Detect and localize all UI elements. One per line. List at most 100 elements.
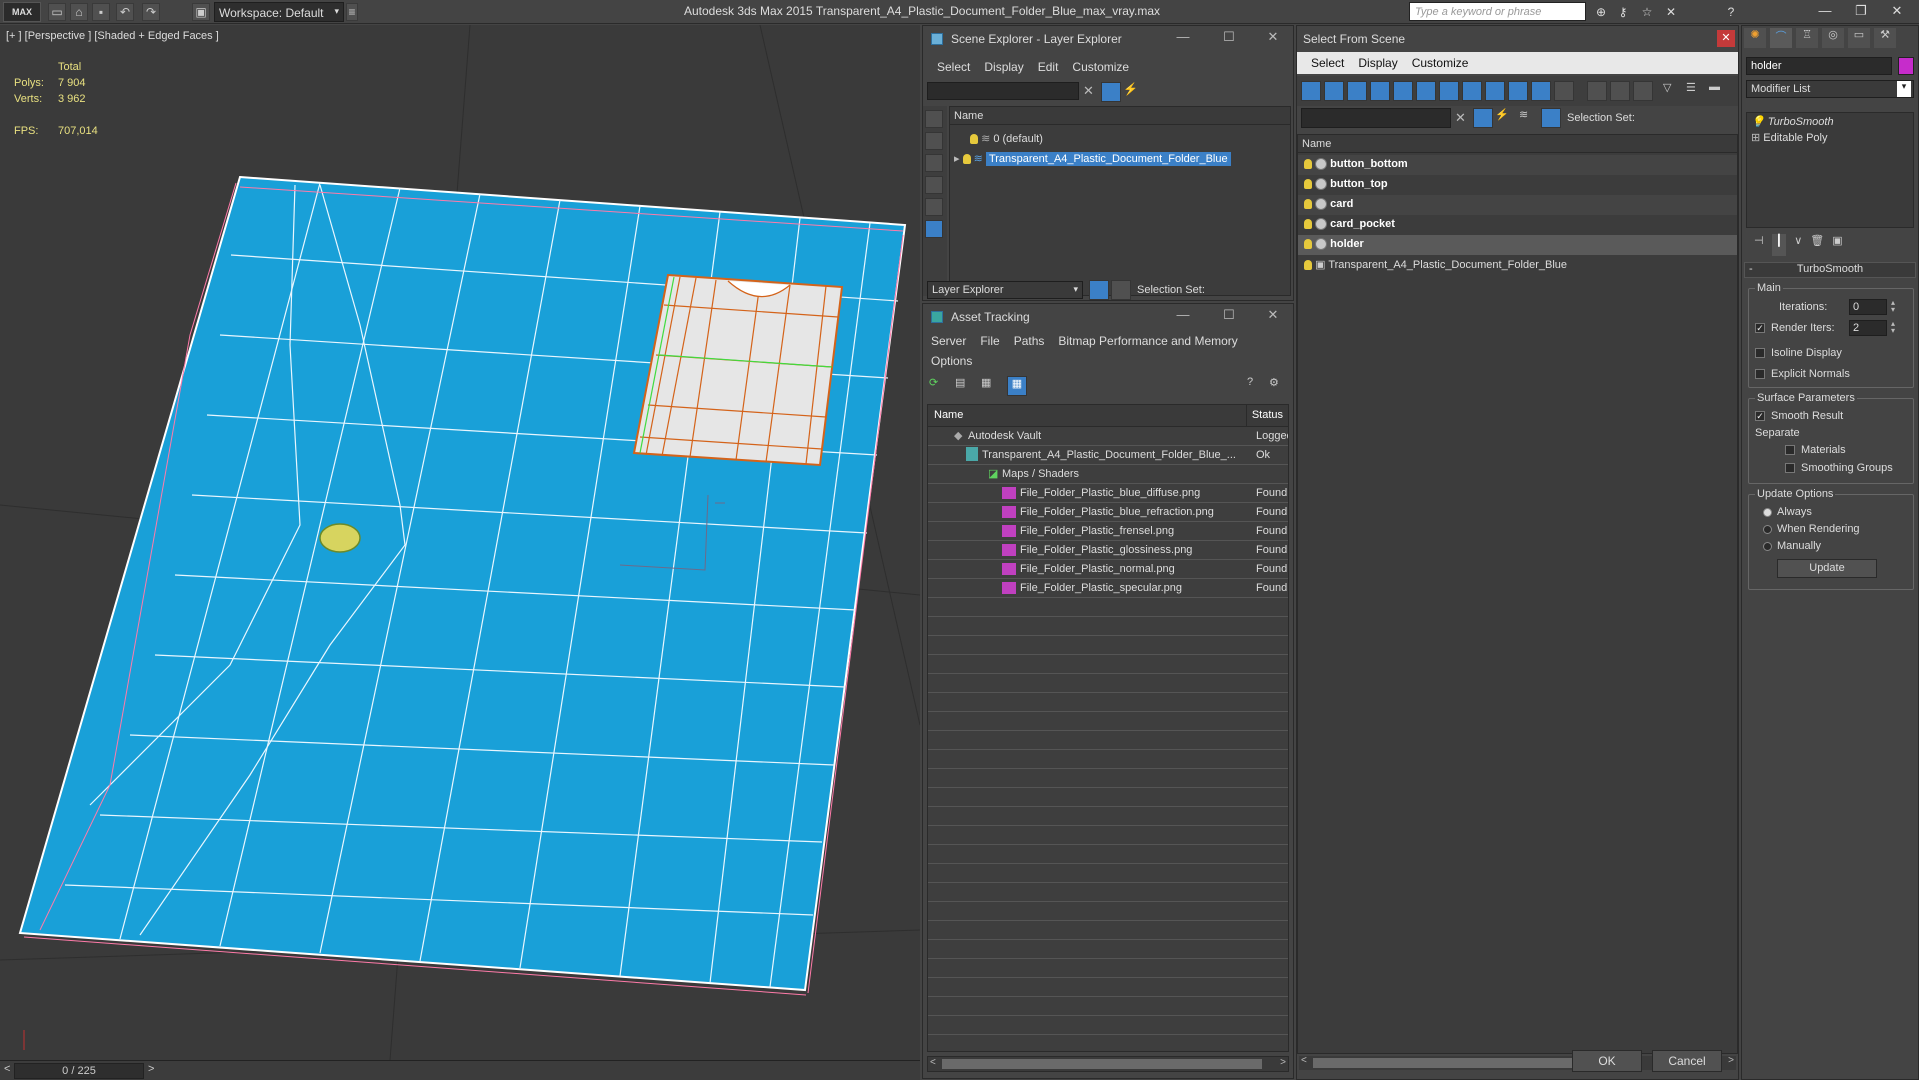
make-unique-icon[interactable]: ∨	[1794, 234, 1802, 256]
light-bulb-icon[interactable]	[970, 134, 978, 145]
scene-explorer-search[interactable]	[927, 82, 1079, 100]
spinner-arrows-icon[interactable]: ▴ ▾	[1891, 320, 1895, 335]
motion-tab-icon[interactable]: ◎	[1822, 28, 1844, 48]
ok-button[interactable]: OK	[1572, 1050, 1642, 1072]
menu-options[interactable]: Options	[931, 354, 972, 368]
layer-icon[interactable]: ≋	[1519, 108, 1539, 128]
new-file-icon[interactable]: ▭	[48, 3, 66, 21]
asset-row[interactable]: ◆ Autodesk Vault Logged	[928, 427, 1288, 446]
app-logo[interactable]: MAX	[3, 2, 41, 22]
layer-tree-icon[interactable]	[1089, 280, 1109, 300]
help-icon[interactable]: ?	[1247, 376, 1267, 396]
table-view-icon[interactable]: ▦	[1007, 376, 1027, 396]
asset-row[interactable]: File_Folder_Plastic_frensel.png Found	[928, 522, 1288, 541]
menu-select[interactable]: Select	[937, 60, 970, 74]
smooth-result-checkbox[interactable]: ✓	[1755, 410, 1765, 422]
column-status[interactable]: Status	[1247, 405, 1288, 426]
object-row[interactable]: card	[1298, 195, 1737, 215]
object-row[interactable]: button_bottom	[1298, 155, 1737, 175]
asset-row[interactable]: File_Folder_Plastic_normal.png Found	[928, 560, 1288, 579]
display-objects-icon[interactable]	[925, 110, 943, 128]
smoothing-groups-checkbox[interactable]	[1785, 462, 1795, 474]
display-tab-icon[interactable]: ▭	[1848, 28, 1870, 48]
expand-arrow-icon[interactable]: ▸	[954, 153, 960, 165]
minimize-icon[interactable]: —	[1806, 0, 1844, 24]
when-rendering-radio[interactable]	[1763, 523, 1772, 535]
iterations-spinner[interactable]: 0	[1849, 299, 1887, 315]
asset-row[interactable]: File_Folder_Plastic_specular.png Found	[928, 579, 1288, 598]
modify-tab-icon[interactable]: ⌒	[1770, 28, 1792, 48]
menu-paths[interactable]: Paths	[1014, 334, 1045, 348]
hierarchy-icon[interactable]	[1111, 280, 1131, 300]
render-iters-spinner[interactable]: 2	[1849, 320, 1887, 336]
light-bulb-icon[interactable]	[1304, 239, 1312, 250]
menu-edit[interactable]: Edit	[1038, 60, 1059, 74]
restore-icon[interactable]: ☐	[1219, 29, 1239, 45]
next-frame-icon[interactable]: >	[148, 1063, 154, 1075]
layer-row[interactable]: ≋ 0 (default)	[950, 129, 1290, 148]
scroll-right-icon[interactable]: >	[1280, 1057, 1286, 1068]
display-shapes-icon[interactable]	[1324, 81, 1344, 101]
light-bulb-icon[interactable]	[1304, 159, 1312, 170]
settings-icon[interactable]: ⚙	[1269, 376, 1289, 396]
restore-icon[interactable]: ❐	[1842, 0, 1880, 24]
menu-select[interactable]: Select	[1311, 56, 1344, 70]
display-helpers-icon[interactable]	[1393, 81, 1413, 101]
help-icon[interactable]: ?	[1722, 3, 1740, 21]
object-row-selected[interactable]: holder	[1298, 235, 1737, 255]
modifier-stack-item[interactable]: 💡 TurboSmooth	[1747, 113, 1913, 129]
light-bulb-icon[interactable]	[1304, 219, 1312, 230]
display-cameras-icon[interactable]	[925, 198, 943, 216]
layer-tree-header[interactable]: Name	[950, 107, 1290, 125]
display-shapes-icon[interactable]	[925, 154, 943, 172]
close-icon[interactable]: ✕	[1717, 30, 1735, 47]
asset-row[interactable]: File_Folder_Plastic_glossiness.png Found	[928, 541, 1288, 560]
select-search-input[interactable]	[1301, 108, 1451, 128]
workspace-dropdown[interactable]: Workspace: Default ▾	[214, 2, 344, 22]
horizontal-scrollbar[interactable]: < >	[927, 1056, 1289, 1072]
object-row[interactable]: button_top	[1298, 175, 1737, 195]
display-lights-icon[interactable]	[925, 176, 943, 194]
display-all-icon[interactable]	[1587, 81, 1607, 101]
favorites-icon[interactable]: ☆	[1638, 3, 1656, 21]
close-icon[interactable]: ✕	[1878, 0, 1916, 24]
find-icon[interactable]: ⚡	[1495, 108, 1515, 128]
menu-customize[interactable]: Customize	[1072, 60, 1129, 74]
display-hidden-icon[interactable]	[1554, 81, 1574, 101]
minimize-icon[interactable]: —	[1173, 29, 1193, 44]
configure-sets-icon[interactable]: ▣	[1832, 234, 1842, 256]
viewport-label[interactable]: [+ ] [Perspective ] [Shaded + Edged Face…	[6, 30, 219, 42]
object-list-header[interactable]: Name	[1298, 135, 1737, 153]
display-frozen-icon[interactable]	[1531, 81, 1551, 101]
light-bulb-icon[interactable]	[1304, 260, 1312, 271]
undo-icon[interactable]: ↶	[116, 3, 134, 21]
save-file-icon[interactable]: ▪	[92, 3, 110, 21]
object-row[interactable]: card_pocket	[1298, 215, 1737, 235]
minimize-icon[interactable]: —	[1173, 307, 1193, 322]
search-input[interactable]: Type a keyword or phrase	[1409, 2, 1586, 21]
display-cameras-icon[interactable]	[1370, 81, 1390, 101]
update-button[interactable]: Update	[1777, 559, 1877, 578]
render-iters-checkbox[interactable]: ✓	[1755, 322, 1765, 334]
display-layers-icon[interactable]	[925, 220, 943, 238]
scroll-left-icon[interactable]: <	[1301, 1055, 1307, 1066]
filter-icon[interactable]: ▽	[1663, 81, 1683, 101]
turbosmooth-rollout-header[interactable]: - TurboSmooth	[1744, 262, 1916, 278]
close-icon[interactable]: ✕	[1263, 307, 1283, 323]
find-icon[interactable]: ⚡	[1123, 82, 1143, 102]
object-name-field[interactable]: holder	[1746, 57, 1892, 75]
utilities-tab-icon[interactable]: ⚒	[1874, 28, 1896, 48]
modifier-list-dropdown[interactable]: Modifier List ▾	[1746, 80, 1914, 98]
close-icon[interactable]: ✕	[1263, 29, 1283, 45]
remove-modifier-icon[interactable]: 🗑	[1810, 234, 1824, 256]
clear-search-icon[interactable]: ✕	[1455, 110, 1466, 126]
display-bones-icon[interactable]	[1485, 81, 1505, 101]
materials-checkbox[interactable]	[1785, 444, 1795, 456]
prev-frame-icon[interactable]: <	[4, 1063, 10, 1075]
display-groups-icon[interactable]	[1439, 81, 1459, 101]
display-invert-icon[interactable]	[1633, 81, 1653, 101]
binoculars-icon[interactable]: ⊕	[1592, 3, 1610, 21]
hierarchy-view-icon[interactable]	[1541, 108, 1561, 128]
collapse-icon[interactable]: ▬	[1709, 81, 1729, 101]
expand-icon[interactable]: ⊞	[1751, 132, 1760, 144]
